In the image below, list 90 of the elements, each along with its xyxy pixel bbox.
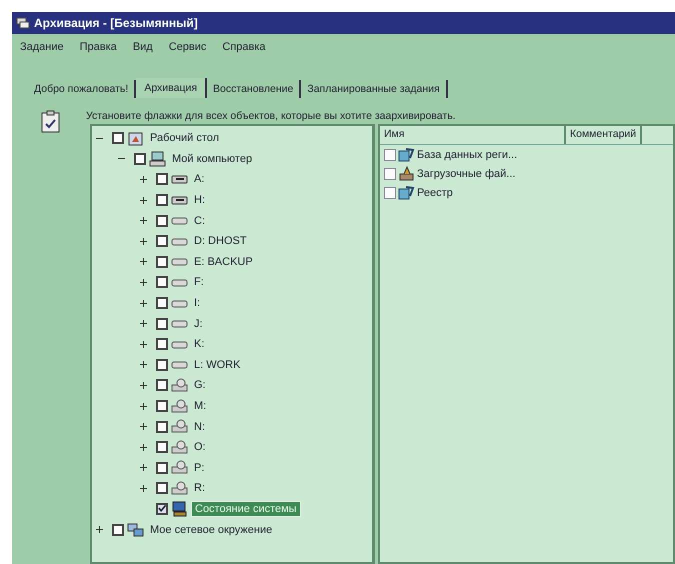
tab[interactable]: Восстановление (207, 80, 302, 98)
tab[interactable]: Запланированные задания (301, 80, 448, 98)
menu-item[interactable]: Справка (220, 40, 268, 54)
checkbox[interactable] (384, 186, 396, 198)
checkbox[interactable] (156, 379, 168, 392)
expand-toggle-icon[interactable] (140, 258, 147, 266)
checkbox[interactable] (156, 194, 168, 206)
tree-item[interactable]: G: (191, 378, 209, 392)
checkbox[interactable] (156, 420, 168, 433)
registry-icon (398, 146, 415, 163)
checkbox[interactable] (384, 148, 396, 160)
checkbox[interactable] (156, 173, 168, 186)
disc-drive-icon (171, 480, 188, 497)
instruction-text: Установите флажки для всех объектов, которые вы хотите заархивировать. (86, 110, 456, 122)
disc-drive-icon (171, 398, 188, 415)
tree-item[interactable]: R: (191, 481, 208, 496)
tree-item[interactable]: N: (191, 420, 208, 434)
tree-item[interactable]: H: (191, 193, 208, 208)
tree-item[interactable]: O: (191, 440, 209, 454)
expand-toggle-icon[interactable] (140, 278, 147, 286)
app-icon (16, 17, 30, 29)
checkbox[interactable] (156, 318, 168, 330)
checkbox[interactable] (156, 358, 168, 371)
tree-item[interactable]: Рабочий стол (147, 131, 222, 146)
registry-icon (398, 184, 415, 201)
tree-item[interactable]: I: (191, 296, 204, 310)
checkbox[interactable] (156, 502, 168, 515)
column-header[interactable]: Имя (380, 126, 566, 144)
tree-item[interactable]: K: (191, 337, 208, 352)
tree-item[interactable]: F: (191, 275, 207, 290)
list-item[interactable]: База данных реги... (417, 148, 518, 160)
tree-item[interactable]: A: (191, 172, 208, 186)
disc-drive-icon (171, 438, 188, 456)
expand-toggle-icon[interactable] (140, 382, 147, 389)
expand-toggle-icon[interactable] (140, 444, 147, 451)
column-header[interactable]: Комментарий (566, 126, 642, 144)
expand-toggle-icon[interactable] (140, 176, 147, 183)
desktop-icon (127, 130, 144, 147)
clipboard-icon (40, 110, 62, 134)
checkbox[interactable] (156, 297, 168, 310)
tree-item[interactable]: Мой компьютер (169, 152, 256, 166)
list-item[interactable]: Реестр (417, 186, 453, 198)
expand-toggle-icon[interactable] (140, 423, 147, 430)
checkbox[interactable] (156, 462, 168, 474)
tree-item[interactable]: E: BACKUP (191, 254, 256, 269)
expand-toggle-icon[interactable] (140, 300, 147, 307)
expand-toggle-icon[interactable] (140, 196, 147, 204)
tree-item[interactable]: P: (191, 460, 208, 475)
menu-item[interactable]: Задание (18, 40, 66, 54)
computer-icon (149, 150, 166, 168)
menu-item[interactable]: Правка (78, 40, 119, 54)
disc-drive-icon (171, 376, 188, 394)
expand-toggle-icon[interactable] (96, 526, 103, 534)
expand-toggle-icon[interactable] (140, 484, 147, 492)
expand-toggle-icon[interactable] (140, 238, 147, 245)
network-icon (127, 521, 144, 538)
tree-item[interactable]: Мое сетевое окружение (147, 522, 276, 537)
checkbox[interactable] (156, 400, 168, 412)
expand-toggle-icon[interactable] (140, 464, 147, 472)
menu-item[interactable]: Сервис (166, 40, 208, 54)
checkbox[interactable] (156, 338, 168, 350)
checkbox[interactable] (156, 441, 168, 454)
tree-item[interactable]: L: WORK (191, 358, 244, 372)
expand-toggle-icon[interactable] (140, 361, 147, 368)
tree-item[interactable]: J: (191, 316, 206, 331)
checkbox[interactable] (156, 276, 168, 288)
checkbox[interactable] (156, 235, 168, 248)
expand-toggle-icon[interactable] (140, 320, 147, 328)
expand-toggle-icon[interactable] (140, 340, 147, 348)
tree-item[interactable]: D: DHOST (191, 234, 250, 248)
computer-icon (171, 500, 188, 518)
checkbox[interactable] (156, 256, 168, 268)
expand-toggle-icon[interactable] (140, 402, 147, 410)
tab[interactable]: Архивация (136, 78, 208, 98)
window-title: Архивация - [Безымянный] (34, 16, 198, 30)
checkbox[interactable] (112, 524, 124, 536)
tree-item[interactable]: Состояние системы (191, 500, 301, 517)
checkbox[interactable] (384, 168, 396, 180)
checkbox[interactable] (112, 132, 124, 144)
menu-item[interactable]: Вид (130, 40, 155, 54)
expand-toggle-icon[interactable] (140, 217, 147, 224)
disc-drive-icon (171, 459, 188, 476)
list-item[interactable]: Загрузочные фай... (417, 168, 516, 180)
checkbox[interactable] (134, 152, 146, 165)
tree-item[interactable]: C: (191, 214, 208, 228)
tree-item[interactable]: M: (191, 399, 210, 414)
boot-files-icon (398, 165, 415, 182)
checkbox[interactable] (156, 482, 168, 494)
checkbox[interactable] (156, 214, 168, 227)
disc-drive-icon (171, 418, 188, 436)
